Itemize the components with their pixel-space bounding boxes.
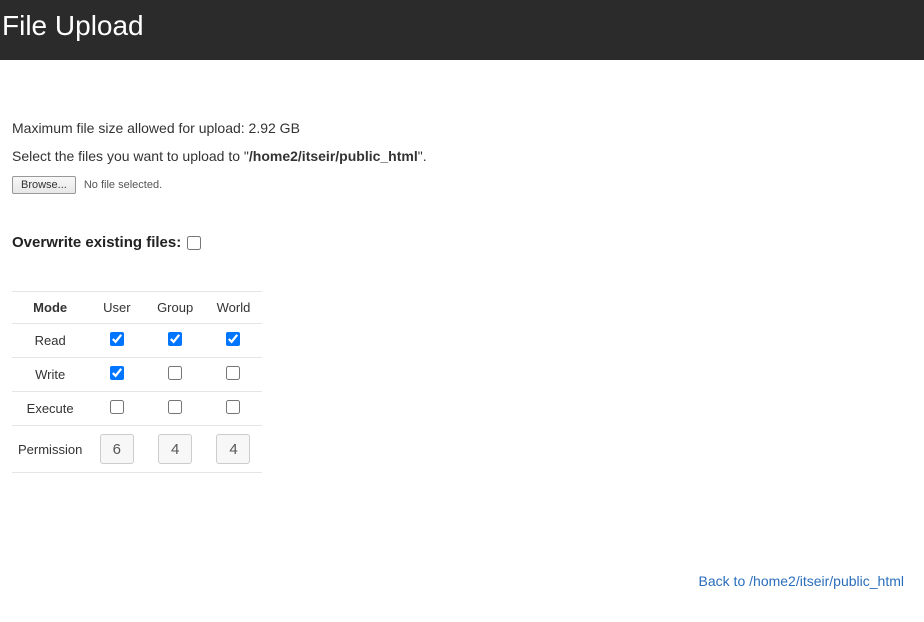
execute-user-checkbox[interactable] (110, 400, 124, 414)
overwrite-checkbox[interactable] (187, 236, 201, 250)
max-size-info: Maximum file size allowed for upload: 2.… (12, 120, 912, 136)
write-label: Write (12, 358, 88, 392)
execute-world-checkbox[interactable] (226, 400, 240, 414)
permission-world-input[interactable] (216, 434, 250, 464)
no-file-text: No file selected. (84, 179, 162, 191)
read-label: Read (12, 324, 88, 358)
select-files-info: Select the files you want to upload to "… (12, 148, 912, 164)
overwrite-row: Overwrite existing files: (12, 234, 912, 251)
write-group-checkbox[interactable] (168, 366, 182, 380)
write-user-checkbox[interactable] (110, 366, 124, 380)
overwrite-label: Overwrite existing files: (12, 234, 181, 251)
mode-header: Mode (12, 292, 88, 324)
back-prefix: Back to (699, 573, 750, 589)
table-header-row: Mode User Group World (12, 292, 262, 324)
read-row: Read (12, 324, 262, 358)
back-link[interactable]: Back to /home2/itseir/public_html (699, 573, 904, 589)
read-world-checkbox[interactable] (226, 332, 240, 346)
upload-path: /home2/itseir/public_html (249, 148, 418, 164)
user-header: User (88, 292, 145, 324)
page-header: File Upload (0, 0, 924, 60)
back-link-area: Back to /home2/itseir/public_html (0, 493, 924, 609)
back-path: /home2/itseir/public_html (749, 573, 904, 589)
file-input-row: Browse... No file selected. (12, 176, 912, 194)
select-prefix: Select the files you want to upload to " (12, 148, 249, 164)
permission-row: Permission (12, 426, 262, 473)
permission-user-input[interactable] (100, 434, 134, 464)
permissions-table: Mode User Group World Read Write Execute… (12, 291, 262, 473)
group-header: Group (145, 292, 205, 324)
read-group-checkbox[interactable] (168, 332, 182, 346)
world-header: World (205, 292, 262, 324)
execute-group-checkbox[interactable] (168, 400, 182, 414)
page-title: File Upload (2, 10, 912, 42)
content-area: Maximum file size allowed for upload: 2.… (0, 60, 924, 493)
execute-label: Execute (12, 392, 88, 426)
permission-label: Permission (12, 426, 88, 473)
write-world-checkbox[interactable] (226, 366, 240, 380)
write-row: Write (12, 358, 262, 392)
browse-button[interactable]: Browse... (12, 176, 76, 194)
permission-group-input[interactable] (158, 434, 192, 464)
select-suffix: ". (418, 148, 427, 164)
execute-row: Execute (12, 392, 262, 426)
read-user-checkbox[interactable] (110, 332, 124, 346)
